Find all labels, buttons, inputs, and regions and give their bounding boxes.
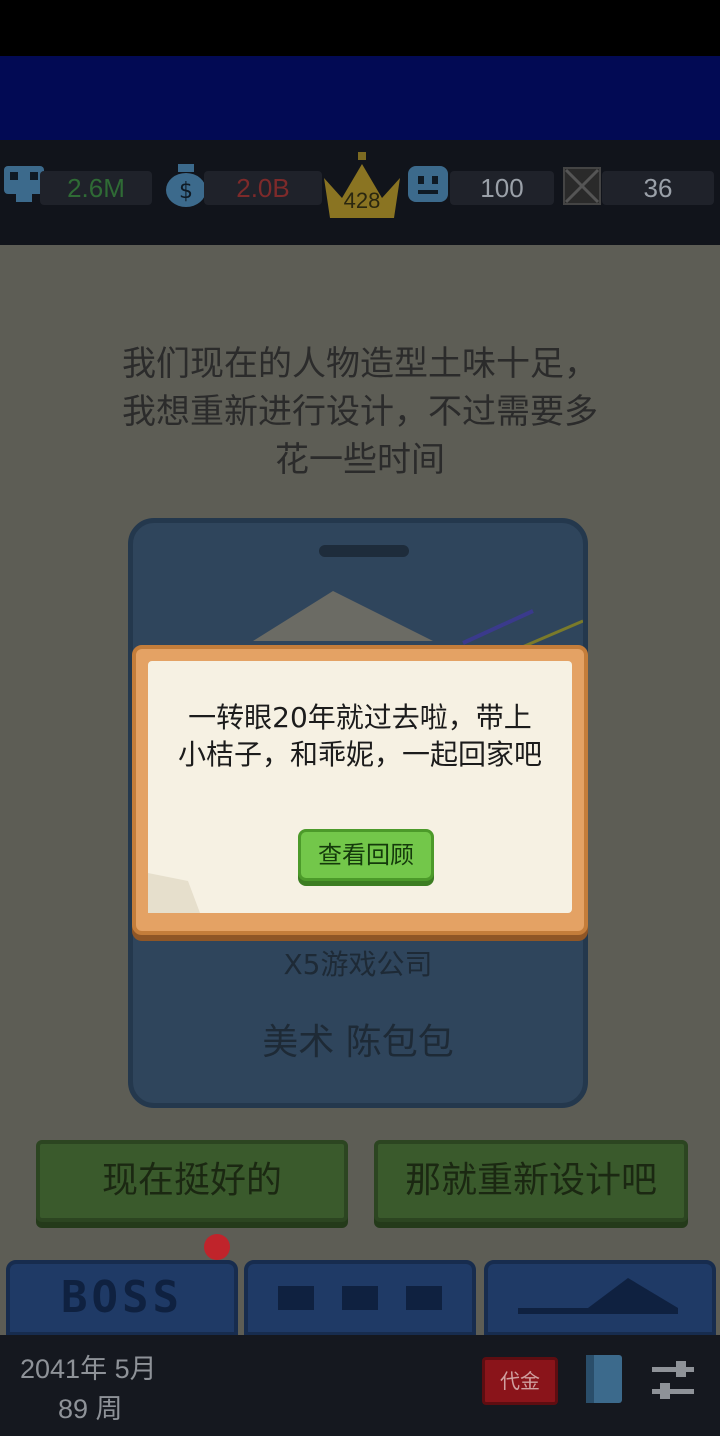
tab-team[interactable] (244, 1260, 476, 1336)
notification-dot (204, 1234, 230, 1260)
red-event-button[interactable]: 代金 (482, 1357, 558, 1405)
team-icon (278, 1286, 442, 1310)
svg-text:$: $ (179, 179, 193, 204)
money-value: 2.0B (236, 173, 290, 203)
tab-bar: BOSS (0, 1240, 720, 1336)
dialog-paper: 一转眼20年就过去啦，带上小桔子，和乖妮，一起回家吧 查看回顾 (148, 661, 572, 913)
money-stat: 2.0B (204, 171, 322, 205)
tab-boss-label: BOSS (61, 1272, 183, 1323)
items-stat: 36 (602, 171, 714, 205)
summary-dialog: 一转眼20年就过去啦，带上小桔子，和乖妮，一起回家吧 查看回顾 (132, 645, 588, 935)
level-value: 428 (343, 188, 381, 213)
choice-left-label: 现在挺好的 (101, 1160, 282, 1201)
event-question: 我们现在的人物造型土味十足，我想重新进行设计，不过需要多花一些时间 (122, 344, 598, 480)
card-slot (319, 545, 409, 557)
view-review-button[interactable]: 查看回顾 (298, 829, 434, 881)
employees-value: 2.6M (67, 173, 125, 203)
employees-stat: 2.6M (40, 171, 152, 205)
top-banner (0, 56, 720, 140)
city-icon (518, 1278, 678, 1314)
view-review-label: 查看回顾 (318, 841, 414, 869)
settings-sliders-icon[interactable] (650, 1359, 696, 1403)
items-value: 36 (643, 173, 673, 203)
tab-map[interactable] (484, 1260, 716, 1336)
choice-left-button[interactable]: 现在挺好的 (36, 1140, 348, 1222)
tab-boss[interactable]: BOSS (6, 1260, 238, 1336)
paper-curl-decoration (148, 873, 200, 913)
card-employee-name: 美术 陈包包 (262, 1022, 454, 1063)
week-text: 89 周 (58, 1394, 123, 1424)
fans-value: 100 (480, 173, 524, 203)
fans-stat: 100 (450, 171, 554, 205)
dialog-message: 一转眼20年就过去啦，带上小桔子，和乖妮，一起回家吧 (178, 701, 543, 771)
choice-right-button[interactable]: 那就重新设计吧 (374, 1140, 688, 1222)
crossed-box-icon (563, 167, 601, 205)
choice-right-label: 那就重新设计吧 (404, 1160, 657, 1201)
red-event-label: 代金 (500, 1369, 540, 1393)
stats-bar: 2.6M $ 2.0B 428 100 36 (0, 140, 720, 251)
book-icon[interactable] (582, 1351, 626, 1407)
card-company: X5游戏公司 (283, 948, 433, 981)
date-text: 2041年 5月 (20, 1354, 157, 1384)
bottom-bar: 2041年 5月 89 周 代金 (0, 1335, 720, 1436)
status-bar-area (0, 0, 720, 56)
money-bag-icon: $ (166, 164, 206, 207)
smiley-icon (408, 166, 448, 202)
